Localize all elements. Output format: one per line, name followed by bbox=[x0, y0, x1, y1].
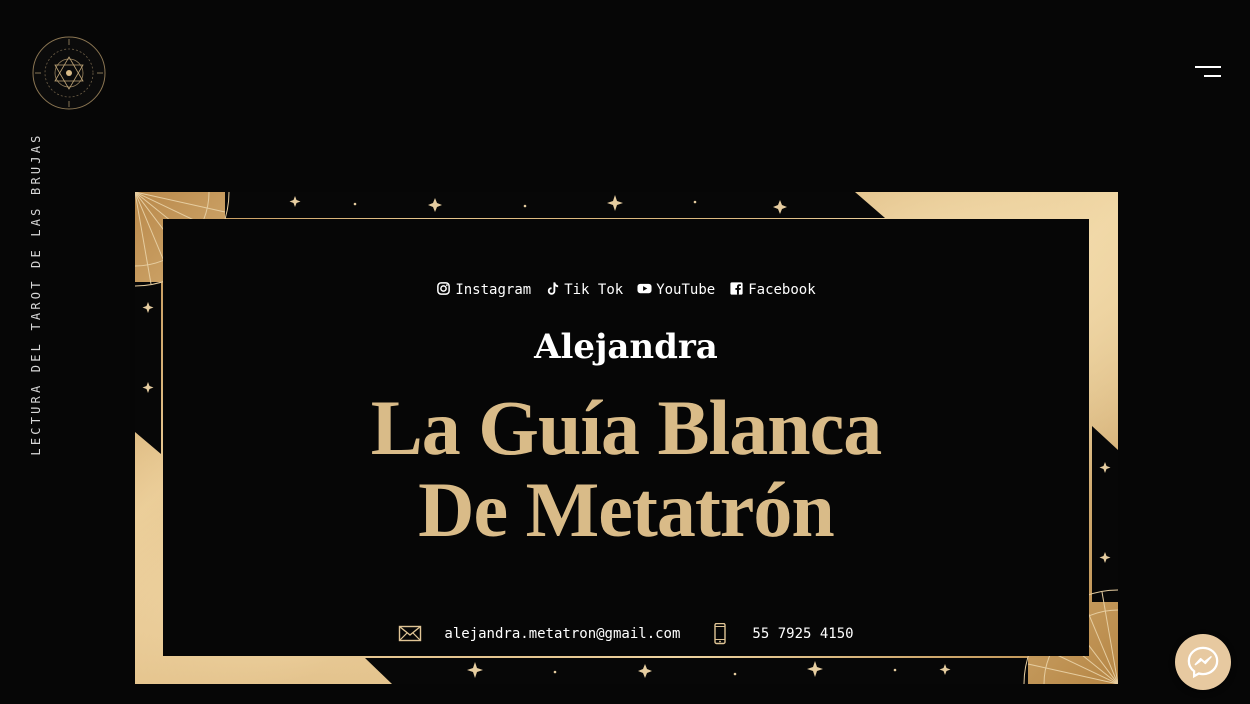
metatron-seal-icon bbox=[32, 36, 106, 110]
contact-info: alejandra.metatron@gmail.com 55 7925 415… bbox=[163, 623, 1089, 645]
social-link-facebook[interactable]: Facebook bbox=[729, 281, 816, 298]
phone-link[interactable]: 55 7925 4150 bbox=[752, 626, 853, 642]
messenger-chat-button[interactable] bbox=[1175, 634, 1231, 690]
social-link-youtube[interactable]: YouTube bbox=[637, 281, 715, 298]
social-links: Instagram Tik Tok YouTube Facebook bbox=[163, 281, 1089, 298]
hamburger-icon bbox=[1195, 66, 1221, 68]
hero-content: Instagram Tik Tok YouTube Facebook Aleja… bbox=[163, 219, 1089, 656]
email-link[interactable]: alejandra.metatron@gmail.com bbox=[444, 626, 680, 642]
social-label: YouTube bbox=[656, 282, 716, 298]
envelope-icon bbox=[399, 625, 422, 642]
hamburger-icon-line bbox=[1204, 75, 1221, 77]
instagram-icon bbox=[437, 282, 451, 295]
social-label: Tik Tok bbox=[564, 282, 624, 298]
title-line-2: De Metatrón bbox=[418, 466, 835, 553]
social-label: Facebook bbox=[748, 282, 816, 298]
messenger-icon bbox=[1187, 646, 1219, 679]
hero-card: Instagram Tik Tok YouTube Facebook Aleja… bbox=[135, 192, 1118, 684]
owner-name: Alejandra bbox=[534, 327, 718, 367]
facebook-icon bbox=[730, 282, 743, 295]
site-logo[interactable] bbox=[28, 34, 110, 112]
tiktok-icon bbox=[548, 282, 559, 295]
page-title: La Guía Blanca De Metatrón bbox=[163, 387, 1089, 551]
social-link-tiktok[interactable]: Tik Tok bbox=[545, 281, 623, 298]
menu-button[interactable] bbox=[1190, 60, 1226, 84]
social-label: Instagram bbox=[455, 282, 532, 298]
youtube-icon bbox=[637, 283, 652, 294]
vertical-tagline: LECTURA DEL TAROT DE LAS BRUJAS bbox=[29, 132, 43, 456]
social-link-instagram[interactable]: Instagram bbox=[436, 281, 531, 298]
phone-icon bbox=[714, 623, 727, 645]
title-line-1: La Guía Blanca bbox=[370, 384, 882, 471]
